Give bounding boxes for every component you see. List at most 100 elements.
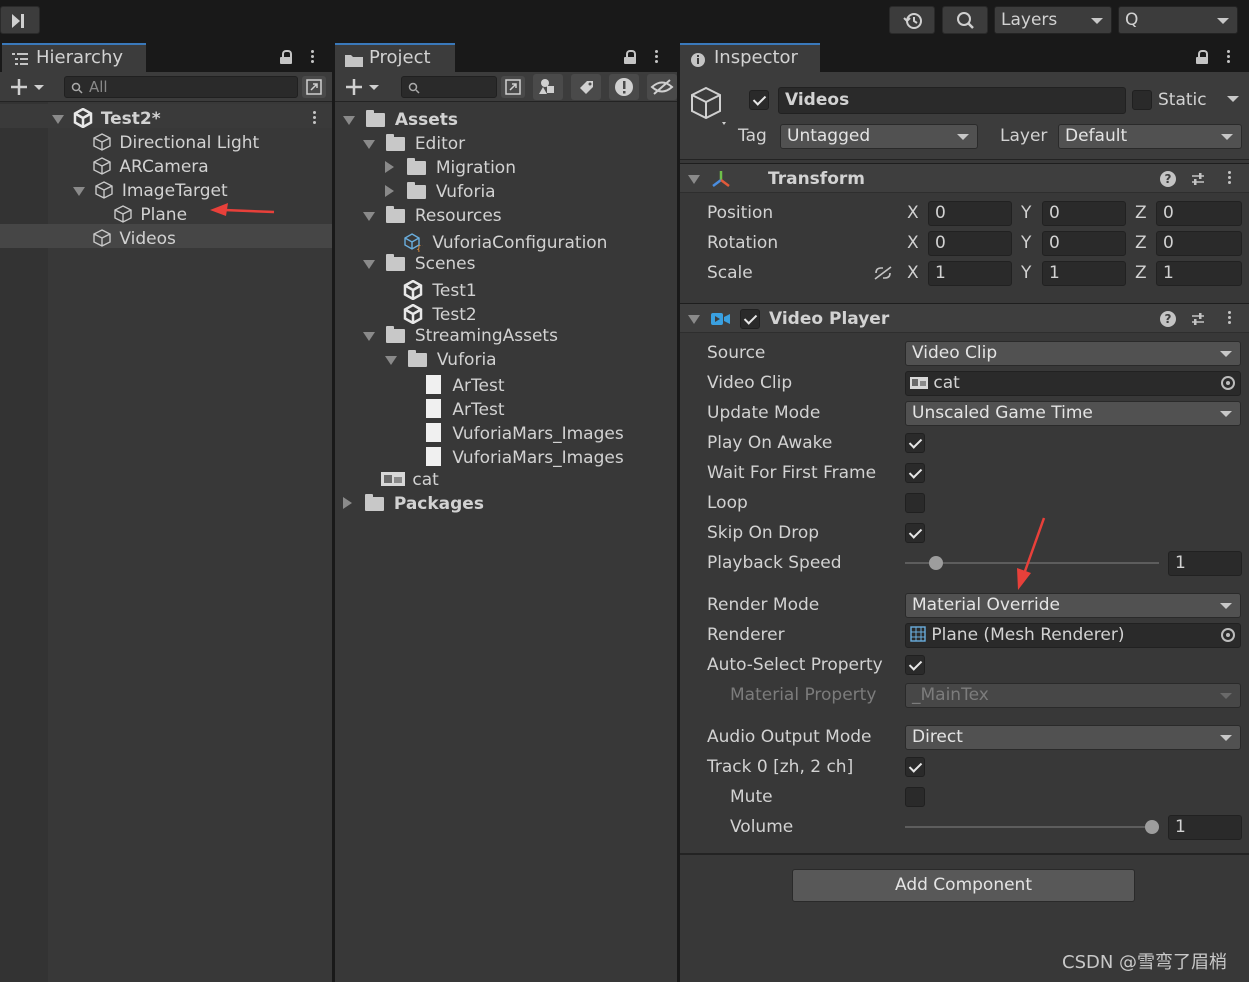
tab-hierarchy[interactable]: Hierarchy [2, 43, 146, 72]
lock-icon[interactable] [280, 50, 292, 64]
hierarchy-item-imagetarget[interactable]: ImageTarget [73, 176, 228, 201]
position-y-label[interactable]: Y [1021, 201, 1031, 225]
track-checkbox[interactable] [905, 757, 925, 777]
scale-x-label[interactable]: X [907, 261, 919, 285]
scene-row[interactable]: Test2* [52, 104, 161, 129]
position-y-field[interactable]: 0 [1042, 201, 1126, 226]
project-item-vuforiaconfiguration[interactable]: {} VuforiaConfiguration [403, 228, 607, 255]
project-item-vuforia[interactable]: Vuforia [385, 180, 496, 204]
active-toggle[interactable] [749, 90, 769, 110]
loop-checkbox[interactable] [905, 493, 925, 513]
more-options-icon[interactable] [1227, 48, 1231, 65]
hidden-packages-button[interactable] [647, 74, 677, 100]
project-item-test1[interactable]: Test1 [403, 276, 477, 301]
project-item-cat[interactable]: cat [381, 468, 439, 492]
layer-dropdown[interactable]: Default [1058, 124, 1242, 149]
object-picker-icon[interactable] [1221, 628, 1235, 642]
rotation-x-field[interactable]: 0 [928, 231, 1012, 256]
project-item-streamingassets[interactable]: StreamingAssets [363, 324, 558, 348]
render-mode-dropdown[interactable]: Material Override [905, 593, 1241, 618]
project-item-migration[interactable]: Migration [385, 156, 516, 180]
static-checkbox[interactable] [1132, 90, 1152, 110]
layout-dropdown[interactable]: Q [1118, 6, 1238, 34]
issues-filter-button[interactable] [609, 74, 639, 100]
update-mode-dropdown[interactable]: Unscaled Game Time [905, 401, 1241, 426]
static-dropdown-chevron-icon[interactable] [1226, 94, 1240, 104]
filter-by-type-button[interactable] [533, 74, 563, 100]
hierarchy-item-arcamera[interactable]: ARCamera [92, 152, 209, 177]
skip-on-drop-checkbox[interactable] [905, 523, 925, 543]
position-x-label[interactable]: X [907, 201, 919, 225]
scale-z-label[interactable]: Z [1135, 261, 1147, 285]
layers-dropdown[interactable]: Layers [994, 6, 1112, 34]
project-item-vuforiamars-2[interactable]: VuforiaMars_Images [426, 444, 624, 468]
object-name-field[interactable]: Videos [778, 87, 1126, 114]
rotation-y-field[interactable]: 0 [1042, 231, 1126, 256]
hierarchy-item-videos[interactable]: Videos [92, 224, 176, 249]
rotation-z-label[interactable]: Z [1135, 231, 1147, 255]
presets-icon[interactable] [1190, 311, 1206, 327]
renderer-field[interactable]: Plane (Mesh Renderer) [905, 623, 1241, 648]
component-more-options-icon[interactable] [1228, 309, 1232, 326]
hierarchy-search-input[interactable]: All [64, 76, 298, 98]
volume-field[interactable]: 1 [1168, 815, 1242, 840]
project-item-artest-1[interactable]: ArTest [426, 372, 505, 396]
scene-visibility-button[interactable] [302, 76, 326, 98]
search-button[interactable] [942, 6, 988, 34]
play-on-awake-checkbox[interactable] [905, 433, 925, 453]
transform-header[interactable]: Transform ? [680, 163, 1249, 193]
add-component-button[interactable]: Add Component [792, 869, 1135, 902]
more-options-icon[interactable] [311, 48, 315, 65]
object-picker-icon[interactable] [1221, 376, 1235, 390]
video-clip-field[interactable]: cat [905, 371, 1241, 396]
project-item-test2[interactable]: Test2 [403, 300, 477, 325]
video-player-header[interactable]: Video Player ? [680, 303, 1249, 333]
scale-z-field[interactable]: 1 [1156, 261, 1242, 286]
help-icon[interactable]: ? [1160, 171, 1176, 187]
playback-speed-field[interactable]: 1 [1168, 551, 1242, 576]
scale-y-field[interactable]: 1 [1042, 261, 1126, 286]
scale-y-label[interactable]: Y [1021, 261, 1031, 285]
video-player-enabled-toggle[interactable] [740, 309, 760, 329]
playback-speed-slider-knob[interactable] [929, 556, 943, 570]
wait-first-frame-checkbox[interactable] [905, 463, 925, 483]
rotation-y-label[interactable]: Y [1021, 231, 1031, 255]
position-x-field[interactable]: 0 [928, 201, 1012, 226]
project-item-packages[interactable]: Packages [343, 492, 484, 516]
project-item-editor[interactable]: Editor [363, 132, 465, 156]
filter-by-label-button[interactable] [571, 74, 601, 100]
project-search-input[interactable] [401, 76, 497, 98]
project-item-vuforia-streaming[interactable]: Vuforia [385, 348, 497, 372]
more-options-icon[interactable] [655, 48, 659, 65]
presets-icon[interactable] [1190, 171, 1206, 187]
audio-output-mode-dropdown[interactable]: Direct [905, 725, 1241, 750]
project-item-resources[interactable]: Resources [363, 204, 502, 228]
scale-x-field[interactable]: 1 [928, 261, 1012, 286]
constrain-proportions-icon[interactable] [873, 265, 893, 281]
source-dropdown[interactable]: Video Clip [905, 341, 1241, 366]
project-item-scenes[interactable]: Scenes [363, 252, 476, 276]
hierarchy-item-plane[interactable]: Plane [113, 200, 187, 225]
gameobject-cube-icon[interactable] [688, 84, 728, 128]
volume-slider-knob[interactable] [1145, 820, 1159, 834]
position-z-label[interactable]: Z [1135, 201, 1147, 225]
help-icon[interactable]: ? [1160, 311, 1176, 327]
scene-more-options-icon[interactable] [313, 109, 317, 126]
volume-slider-track[interactable] [905, 826, 1159, 828]
scene-header-row[interactable] [0, 104, 332, 128]
lock-icon[interactable] [624, 50, 636, 64]
undo-history-button[interactable] [889, 6, 935, 34]
hierarchy-item-directional-light[interactable]: Directional Light [92, 128, 259, 153]
rotation-x-label[interactable]: X [907, 231, 919, 255]
position-z-field[interactable]: 0 [1156, 201, 1242, 226]
mute-checkbox[interactable] [905, 787, 925, 807]
create-button[interactable] [8, 76, 50, 98]
auto-select-checkbox[interactable] [905, 655, 925, 675]
project-item-vuforiamars-1[interactable]: VuforiaMars_Images [426, 420, 624, 444]
search-scope-button[interactable] [501, 76, 525, 98]
tab-project[interactable]: Project [335, 43, 455, 72]
project-item-artest-2[interactable]: ArTest [426, 396, 505, 420]
create-asset-button[interactable] [343, 76, 385, 98]
tag-dropdown[interactable]: Untagged [780, 124, 978, 149]
rotation-z-field[interactable]: 0 [1156, 231, 1242, 256]
